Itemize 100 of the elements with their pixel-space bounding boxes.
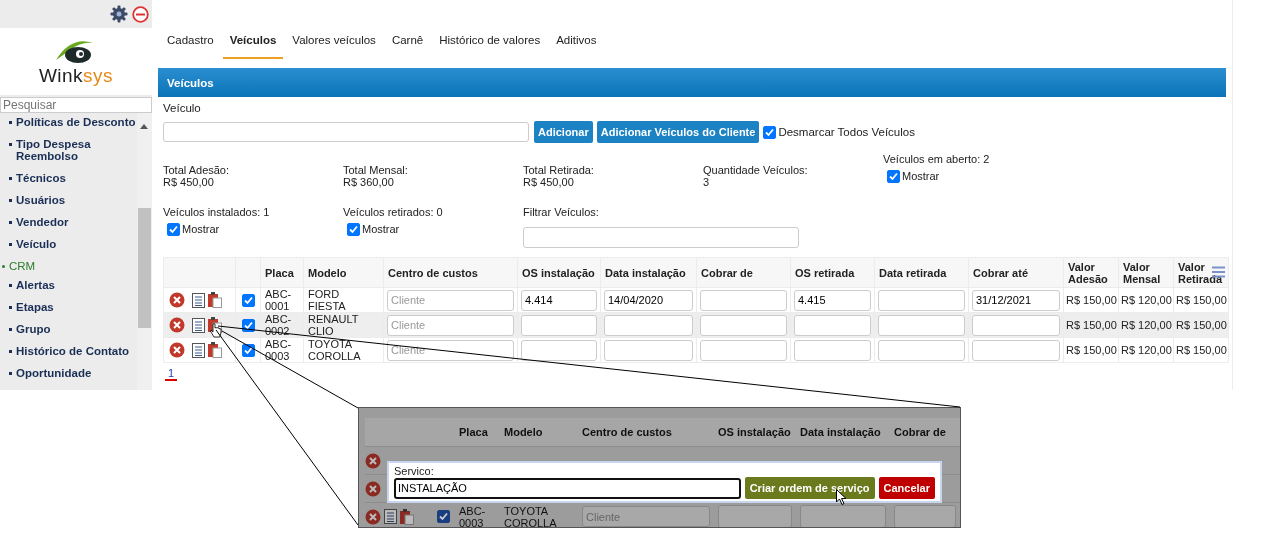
panel-title: Veículos <box>167 76 214 89</box>
text-field[interactable] <box>521 339 597 361</box>
menu-item[interactable]: CRM <box>9 260 36 272</box>
checkbox[interactable] <box>167 223 180 236</box>
total-label: Total Retirada: <box>523 164 595 176</box>
tab[interactable]: Veículos <box>222 34 284 59</box>
clipboard-icon[interactable] <box>208 292 222 308</box>
text-field[interactable] <box>700 314 787 336</box>
checkbox[interactable] <box>241 343 255 357</box>
tab[interactable]: Valores veículos <box>285 34 383 59</box>
vehicle-field[interactable] <box>163 122 529 142</box>
tab[interactable]: Carnê <box>384 34 431 59</box>
text-field[interactable] <box>794 339 871 361</box>
text-field[interactable] <box>878 289 965 311</box>
text-field[interactable]: 4.414 <box>521 289 597 311</box>
column-header: Cobrar de <box>893 426 947 438</box>
menu-item[interactable]: Técnicos <box>16 172 66 184</box>
page-link[interactable]: 1 <box>165 367 178 381</box>
bullet-icon <box>2 265 5 268</box>
delete-icon[interactable] <box>169 317 185 333</box>
column-header[interactable]: Cobrar até <box>968 257 1064 288</box>
document-icon[interactable] <box>192 317 205 333</box>
delete-icon <box>365 452 381 469</box>
column-header[interactable]: Centro de custos <box>383 257 518 288</box>
text-field[interactable] <box>800 505 886 527</box>
text-field[interactable] <box>700 339 787 361</box>
checkbox[interactable] <box>347 223 360 236</box>
column-header[interactable]: Placa <box>260 257 304 288</box>
text-field[interactable] <box>878 314 965 336</box>
menu-item[interactable]: Histórico de Contato <box>16 345 130 357</box>
column-header[interactable]: Modelo <box>303 257 384 288</box>
column-header[interactable]: Cobrar de <box>696 257 791 288</box>
text-field[interactable]: 4.415 <box>794 289 871 311</box>
tab[interactable]: Cadastro <box>160 34 221 59</box>
text-field[interactable]: 14/04/2020 <box>604 289 693 311</box>
text-field[interactable] <box>878 339 965 361</box>
checkbox[interactable] <box>763 125 777 139</box>
table-row[interactable]: ABC-0003 TOYOTA COROLLA Cliente R$ 150,00 R$ 120,00 R$ 150,00 <box>163 337 1230 363</box>
checkbox[interactable] <box>241 318 255 332</box>
column-header[interactable]: OS instalação <box>517 257 601 288</box>
service-field[interactable]: INSTALAÇÃO <box>394 477 741 499</box>
text-field[interactable]: Cliente <box>387 339 514 361</box>
table-row[interactable]: ABC-0001 FORD FIESTA Cliente 4.414 14/04/2020 4.415 31/12/2021 R$ 150,00 R$ 120,00 R$ 150,00 <box>163 287 1230 313</box>
document-icon <box>384 509 397 524</box>
total-value: 3 <box>703 176 711 188</box>
menu-item[interactable]: Tipo Despesa Reembolso <box>16 138 137 162</box>
text-field[interactable]: Cliente <box>387 314 514 336</box>
text-field[interactable]: Cliente <box>582 506 710 527</box>
text-field[interactable] <box>604 314 693 336</box>
filter-field[interactable] <box>523 227 799 248</box>
menu-item[interactable]: Usuários <box>16 194 66 206</box>
bullet-icon <box>9 221 12 224</box>
text-field[interactable] <box>794 314 871 336</box>
text-field[interactable]: Cliente <box>387 289 514 311</box>
text-field[interactable] <box>972 314 1060 336</box>
delete-icon[interactable] <box>169 292 185 308</box>
text-field[interactable] <box>700 289 787 311</box>
table-cell: R$ 120,00 <box>1121 344 1172 356</box>
column-header[interactable]: Valor Retirada <box>1173 257 1229 288</box>
tab[interactable]: Histórico de valores <box>432 34 548 59</box>
text-field[interactable] <box>718 505 792 527</box>
column-header[interactable]: Data retirada <box>874 257 969 288</box>
dialog-button[interactable]: Criar ordem de serviço <box>744 477 875 499</box>
document-icon[interactable] <box>192 292 205 308</box>
tab[interactable]: Aditivos <box>549 34 604 59</box>
delete-icon[interactable] <box>169 342 185 358</box>
minus-icon[interactable] <box>132 5 149 23</box>
column-header[interactable]: Valor Adesão <box>1063 257 1119 288</box>
add-button[interactable]: Adicionar Veículos do Cliente <box>596 121 760 143</box>
menu-item[interactable]: Políticas de Desconto <box>16 116 136 128</box>
column-header[interactable]: Data instalação <box>600 257 697 288</box>
checkbox[interactable] <box>887 170 900 183</box>
dialog-button[interactable]: Cancelar <box>878 477 935 499</box>
text-field[interactable] <box>521 314 597 336</box>
settings-icon[interactable] <box>110 5 128 23</box>
stat-label: Veículos instalados: 1 <box>163 206 271 219</box>
search-field[interactable]: Pesquisar <box>0 97 152 113</box>
menu-item[interactable]: Veículo <box>16 238 57 250</box>
add-button[interactable]: Adicionar <box>534 121 593 143</box>
menu-item[interactable]: Oportunidade <box>16 367 92 379</box>
scrollbar-thumb[interactable] <box>138 208 151 328</box>
menu-item[interactable]: Grupo <box>16 323 51 335</box>
text-field[interactable]: 31/12/2021 <box>972 289 1060 311</box>
stat-label: Veículos retirados: 0 <box>343 206 444 219</box>
checkbox[interactable] <box>241 293 255 307</box>
text-field[interactable] <box>972 339 1060 361</box>
scroll-up-icon[interactable] <box>140 124 148 129</box>
text-field[interactable] <box>604 339 693 361</box>
document-icon[interactable] <box>192 342 205 358</box>
menu-item[interactable]: Etapas <box>16 301 54 313</box>
column-header[interactable]: OS retirada <box>790 257 875 288</box>
menu-item[interactable]: Alertas <box>16 279 55 291</box>
menu-item[interactable]: Vendedor <box>16 216 69 228</box>
clipboard-icon[interactable] <box>208 342 222 358</box>
text-field[interactable] <box>894 505 956 527</box>
total-label: Total Mensal: <box>343 164 409 176</box>
column-header[interactable]: Valor Mensal <box>1118 257 1174 288</box>
column-header: Centro de custos <box>581 426 673 438</box>
bullet-icon <box>9 328 12 331</box>
scrollbar[interactable] <box>137 113 152 390</box>
